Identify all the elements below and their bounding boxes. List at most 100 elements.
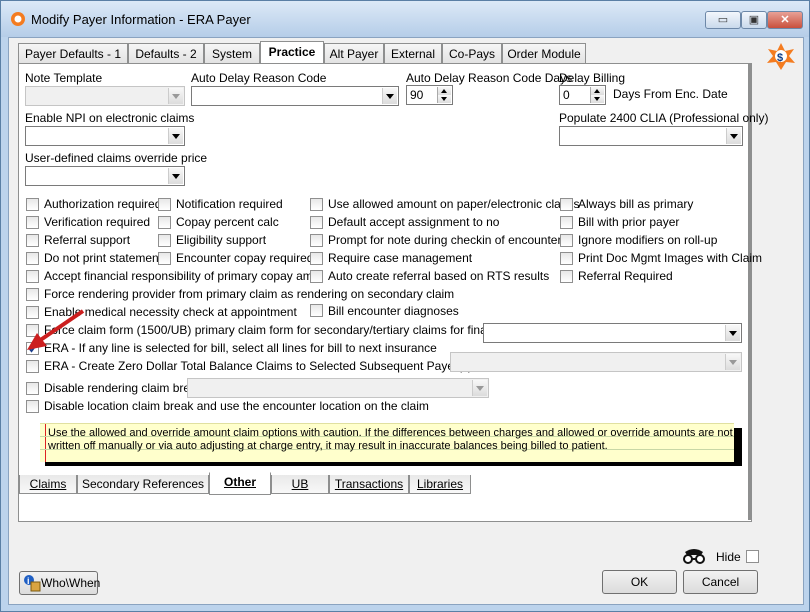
eligibility-support-checkbox[interactable]	[158, 234, 171, 247]
force-rendering-provider-checkbox[interactable]	[26, 288, 39, 301]
app-icon	[11, 12, 25, 26]
auto-delay-reason-code-dropdown[interactable]	[191, 86, 399, 106]
tab-alt-payer[interactable]: Alt Payer	[324, 43, 384, 64]
hide-checkbox[interactable]	[746, 550, 759, 563]
user-defined-override-dropdown[interactable]	[25, 166, 185, 186]
disable-location-break-checkbox[interactable]	[26, 400, 39, 413]
referral-support-label: Referral support	[44, 233, 131, 247]
hide-label: Hide	[716, 550, 741, 564]
referral-required-label: Referral Required	[578, 269, 673, 283]
print-doc-mgmt-label: Print Doc Mgmt Images with Claim	[578, 251, 763, 265]
delay-billing-spinner[interactable]: 0	[559, 85, 606, 105]
dialog-window: Modify Payer Information - ERA Payer ▭ ▣…	[0, 0, 810, 612]
prompt-for-note-checkbox[interactable]	[310, 234, 323, 247]
incognito-icon	[683, 549, 705, 564]
delay-billing-value: 0	[563, 88, 570, 102]
financial-class-dropdown[interactable]	[483, 323, 742, 343]
auto-delay-days-spinner[interactable]: 90	[406, 85, 453, 105]
chevron-down-icon[interactable]	[726, 128, 741, 144]
encounter-copay-required-checkbox[interactable]	[158, 252, 171, 265]
tab-order-module[interactable]: Order Module	[502, 43, 586, 64]
chevron-down-icon[interactable]	[725, 325, 740, 341]
spin-up-icon[interactable]	[591, 87, 604, 95]
copay-percent-calc-checkbox[interactable]	[158, 216, 171, 229]
disable-location-break-label: Disable location claim break and use the…	[44, 399, 429, 413]
ok-button[interactable]: OK	[602, 570, 677, 594]
tab-secondary-references[interactable]: Secondary References	[77, 475, 209, 494]
rendering-break-dropdown	[187, 378, 489, 398]
tab-libraries-label: Libraries	[416, 477, 464, 491]
who-when-icon: i	[24, 575, 41, 592]
auto-delay-reason-code-label: Auto Delay Reason Code	[191, 71, 327, 85]
verification-required-label: Verification required	[44, 215, 151, 229]
spin-down-icon[interactable]	[438, 95, 451, 103]
chevron-down-icon[interactable]	[168, 128, 183, 144]
delay-billing-suffix: Days From Enc. Date	[613, 87, 728, 101]
disable-rendering-break-checkbox[interactable]	[26, 382, 39, 395]
require-case-management-checkbox[interactable]	[310, 252, 323, 265]
copay-percent-calc-label: Copay percent calc	[176, 215, 279, 229]
ignore-modifiers-checkbox[interactable]	[560, 234, 573, 247]
default-accept-assignment-checkbox[interactable]	[310, 216, 323, 229]
era-zero-dollar-checkbox[interactable]	[26, 360, 39, 373]
spin-buttons[interactable]	[437, 87, 451, 103]
auto-create-referral-checkbox[interactable]	[310, 270, 323, 283]
title-bar[interactable]: Modify Payer Information - ERA Payer ▭ ▣…	[1, 1, 809, 37]
close-button[interactable]: ✕	[767, 11, 803, 29]
notification-required-label: Notification required	[176, 197, 283, 211]
chevron-down-icon	[472, 380, 487, 396]
tab-payer-defaults-1[interactable]: Payer Defaults - 1	[18, 43, 128, 64]
tab-other-label: Other	[223, 475, 256, 489]
use-allowed-amount-checkbox[interactable]	[310, 198, 323, 211]
era-zero-dollar-label: ERA - Create Zero Dollar Total Balance C…	[44, 359, 472, 373]
always-bill-primary-checkbox[interactable]	[560, 198, 573, 211]
print-doc-mgmt-checkbox[interactable]	[560, 252, 573, 265]
referral-support-checkbox[interactable]	[26, 234, 39, 247]
populate-clia-dropdown[interactable]	[559, 126, 743, 146]
tab-transactions-label: Transactions	[334, 477, 404, 491]
tab-practice[interactable]: Practice	[260, 41, 324, 64]
populate-clia-label: Populate 2400 CLIA (Professional only)	[559, 111, 769, 125]
tab-claims[interactable]: Claims	[19, 475, 77, 494]
tab-claims-label: Claims	[29, 477, 67, 491]
who-when-label: Who\When	[41, 576, 101, 590]
who-when-button[interactable]: i Who\When	[19, 571, 101, 595]
chevron-down-icon[interactable]	[168, 168, 183, 184]
authorization-required-checkbox[interactable]	[26, 198, 39, 211]
tab-system[interactable]: System	[204, 43, 260, 64]
require-case-management-label: Require case management	[328, 251, 473, 265]
window-title: Modify Payer Information - ERA Payer	[31, 12, 251, 27]
minimize-button[interactable]: ▭	[705, 11, 741, 29]
spin-up-icon[interactable]	[438, 87, 451, 95]
enable-npi-dropdown[interactable]	[25, 126, 185, 146]
maximize-button[interactable]: ▣	[741, 11, 767, 29]
accept-financial-responsibility-label: Accept financial responsibility of prima…	[44, 269, 317, 283]
svg-text:i: i	[27, 576, 30, 586]
tab-co-pays[interactable]: Co-Pays	[442, 43, 502, 64]
spin-buttons[interactable]	[590, 87, 604, 103]
subsequent-payer-dropdown	[450, 352, 742, 372]
tab-ub-label: UB	[291, 477, 309, 491]
eligibility-support-label: Eligibility support	[176, 233, 267, 247]
tab-defaults-2[interactable]: Defaults - 2	[128, 43, 204, 64]
tab-other[interactable]: Other	[209, 472, 271, 495]
cancel-button[interactable]: Cancel	[683, 570, 758, 594]
do-not-print-statements-checkbox[interactable]	[26, 252, 39, 265]
spin-down-icon[interactable]	[591, 95, 604, 103]
note-margin-line	[45, 424, 46, 462]
tab-ub[interactable]: UB	[271, 475, 329, 494]
chevron-down-icon[interactable]	[382, 88, 397, 104]
svg-text:$: $	[777, 52, 783, 64]
tab-external[interactable]: External	[384, 43, 442, 64]
auto-create-referral-label: Auto create referral based on RTS result…	[328, 269, 550, 283]
tab-libraries[interactable]: Libraries	[409, 475, 471, 494]
authorization-required-label: Authorization required	[44, 197, 162, 211]
bill-encounter-diagnoses-checkbox[interactable]	[310, 304, 323, 317]
accept-financial-responsibility-checkbox[interactable]	[26, 270, 39, 283]
bill-with-prior-payer-checkbox[interactable]	[560, 216, 573, 229]
notification-required-checkbox[interactable]	[158, 198, 171, 211]
referral-required-checkbox[interactable]	[560, 270, 573, 283]
note-template-label: Note Template	[25, 71, 103, 85]
tab-transactions[interactable]: Transactions	[329, 475, 409, 494]
verification-required-checkbox[interactable]	[26, 216, 39, 229]
